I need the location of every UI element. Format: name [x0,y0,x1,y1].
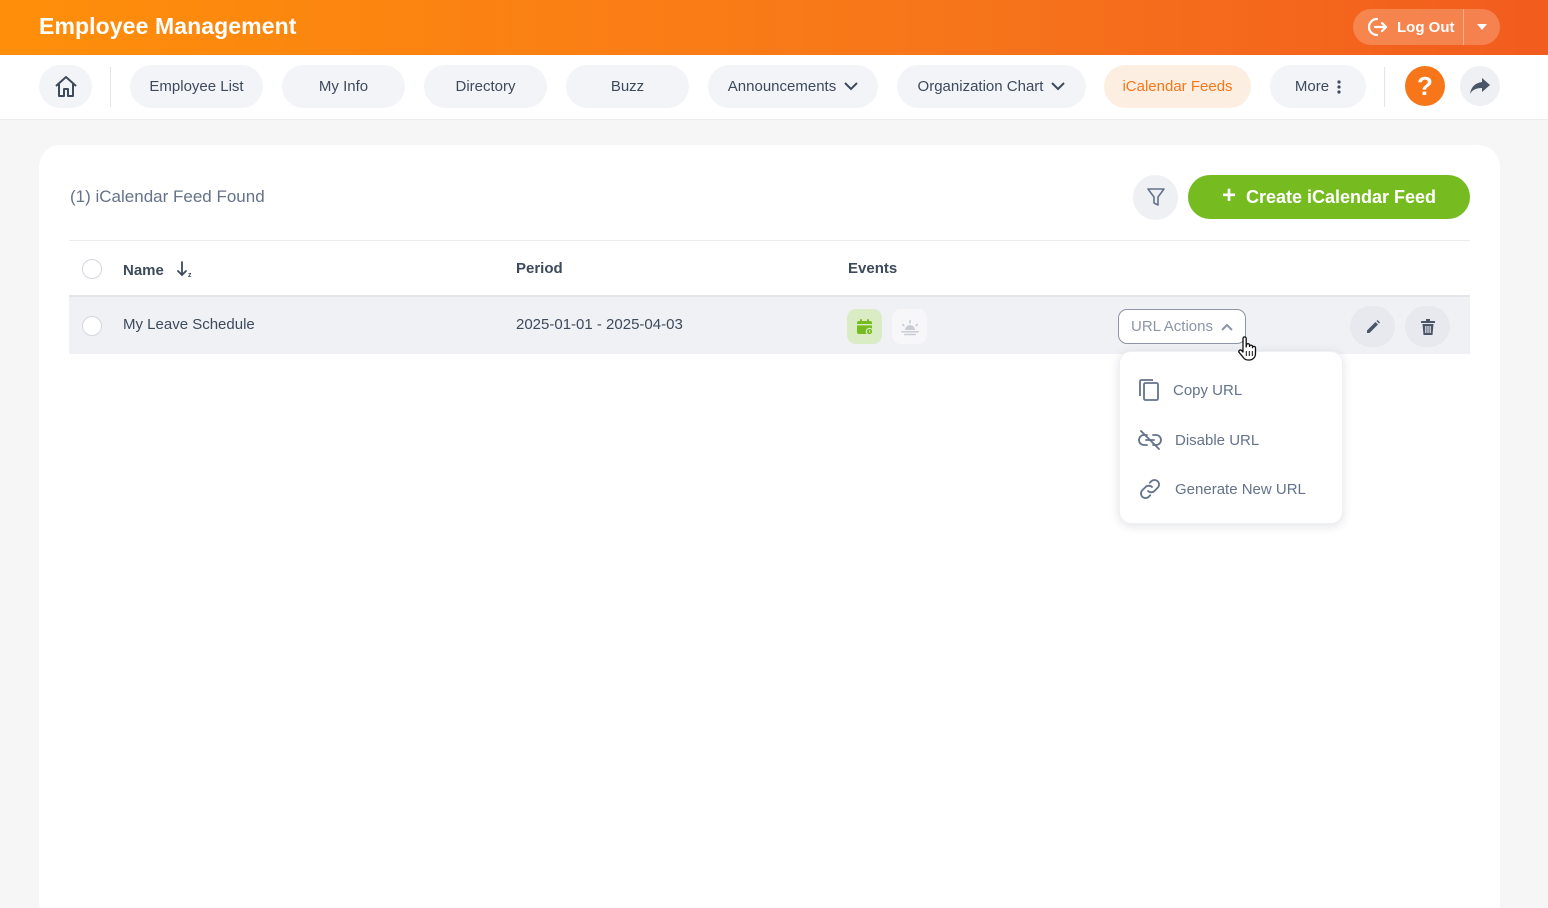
tab-employee-list[interactable]: Employee List [130,65,263,108]
tab-more[interactable]: More [1270,65,1366,108]
top-nav: Employee List My Info Directory Buzz Ann… [0,55,1548,120]
svg-text:z: z [188,272,192,278]
row-checkbox[interactable] [82,316,102,336]
column-period: Period [516,260,563,277]
menu-item-label: Disable URL [1175,431,1260,449]
tab-icalendar-feeds[interactable]: iCalendar Feeds [1104,65,1251,108]
tab-label: Announcements [727,78,837,95]
url-actions-label: URL Actions [1131,318,1213,335]
table-row: My Leave Schedule 2025-01-01 - 2025-04-0… [69,297,1470,354]
column-name-label: Name [123,262,164,279]
tab-label: Employee List [149,78,244,95]
trash-icon [1420,318,1435,335]
feeds-card: (1) iCalendar Feed Found + Create iCalen… [39,145,1500,908]
caret-down-icon [1477,24,1487,30]
tab-buzz[interactable]: Buzz [566,65,689,108]
plus-icon: + [1221,182,1236,209]
filter-icon [1146,188,1165,206]
chevron-up-icon [1221,323,1233,331]
help-button[interactable]: ? [1405,66,1445,106]
feeds-table: Name z Period Events My Leave Schedule 2… [69,240,1470,354]
logout-label: Log Out [1397,18,1455,36]
records-count: (1) iCalendar Feed Found [70,187,265,206]
home-button[interactable] [39,65,92,108]
logout-button[interactable]: Log Out [1353,9,1463,45]
tab-organization-chart[interactable]: Organization Chart [897,65,1086,108]
tab-label: Directory [455,78,516,95]
top-header: Employee Management Log Out [0,0,1548,55]
tab-label: Buzz [610,78,645,95]
delete-button[interactable] [1405,306,1450,347]
url-actions-menu: Copy URL Disable URL Generate New URL [1119,351,1343,524]
nav-divider [1384,67,1385,107]
logout-group: Log Out [1353,9,1500,45]
select-all-checkbox[interactable] [82,259,102,279]
holiday-event-badge [892,309,927,344]
menu-item-label: Copy URL [1173,381,1243,399]
disable-url-menu-item[interactable]: Disable URL [1138,425,1328,455]
link-icon [1140,479,1160,499]
share-button[interactable] [1460,66,1500,106]
unlink-icon [1138,430,1162,450]
copy-icon [1139,379,1159,401]
copy-url-menu-item[interactable]: Copy URL [1138,375,1328,405]
sort-ascending-icon: z [177,261,192,279]
feed-name: My Leave Schedule [123,316,255,333]
pencil-icon [1366,319,1380,333]
filter-button[interactable] [1133,175,1178,220]
table-header: Name z Period Events [69,240,1470,297]
leave-event-badge [847,309,882,344]
tab-label: More [1294,78,1330,95]
holiday-sun-icon [900,319,919,335]
chevron-down-icon [844,82,858,91]
column-events: Events [848,260,898,277]
nav-divider [110,67,111,107]
create-icalendar-feed-button[interactable]: + Create iCalendar Feed [1188,175,1470,219]
column-name[interactable]: Name z [123,260,194,279]
more-vertical-icon [1337,79,1341,94]
chevron-down-icon [1051,82,1066,91]
hand-cursor-icon [1238,336,1257,361]
edit-button[interactable] [1350,306,1395,347]
home-icon [54,75,77,97]
calendar-leave-icon [856,318,873,335]
create-button-label: Create iCalendar Feed [1245,186,1437,207]
feed-period: 2025-01-01 - 2025-04-03 [516,316,683,333]
tab-directory[interactable]: Directory [424,65,547,108]
tab-announcements[interactable]: Announcements [708,65,878,108]
menu-item-label: Generate New URL [1175,480,1306,498]
tab-label: My Info [318,78,369,95]
app-title: Employee Management [39,13,297,39]
logout-caret-button[interactable] [1464,9,1500,45]
share-icon [1470,78,1490,94]
url-actions-button[interactable]: URL Actions [1118,309,1246,344]
generate-new-url-menu-item[interactable]: Generate New URL [1138,474,1328,504]
help-label: ? [1417,70,1433,101]
tab-label: iCalendar Feeds [1122,78,1233,95]
tab-label: Organization Chart [917,78,1044,95]
tab-my-info[interactable]: My Info [282,65,405,108]
logout-icon [1367,17,1388,37]
